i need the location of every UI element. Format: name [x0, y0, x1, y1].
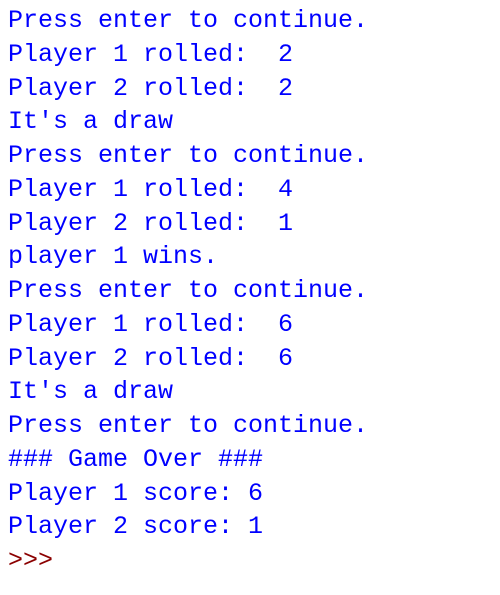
output-line: Player 2 rolled: 1: [8, 207, 492, 241]
output-line: Player 2 score: 1: [8, 510, 492, 544]
output-line: It's a draw: [8, 375, 492, 409]
output-line: Player 1 score: 6: [8, 477, 492, 511]
output-line: Press enter to continue.: [8, 274, 492, 308]
output-line: Player 1 rolled: 4: [8, 173, 492, 207]
console-output: Press enter to continue.Player 1 rolled:…: [8, 4, 492, 544]
output-line: Player 1 rolled: 2: [8, 38, 492, 72]
output-line: Press enter to continue.: [8, 4, 492, 38]
output-line: Player 2 rolled: 2: [8, 72, 492, 106]
output-line: Press enter to continue.: [8, 409, 492, 443]
output-line: player 1 wins.: [8, 240, 492, 274]
output-line: Press enter to continue.: [8, 139, 492, 173]
output-line: ### Game Over ###: [8, 443, 492, 477]
prompt-indicator[interactable]: >>>: [8, 546, 68, 575]
output-line: Player 1 rolled: 6: [8, 308, 492, 342]
output-line: It's a draw: [8, 105, 492, 139]
output-line: Player 2 rolled: 6: [8, 342, 492, 376]
